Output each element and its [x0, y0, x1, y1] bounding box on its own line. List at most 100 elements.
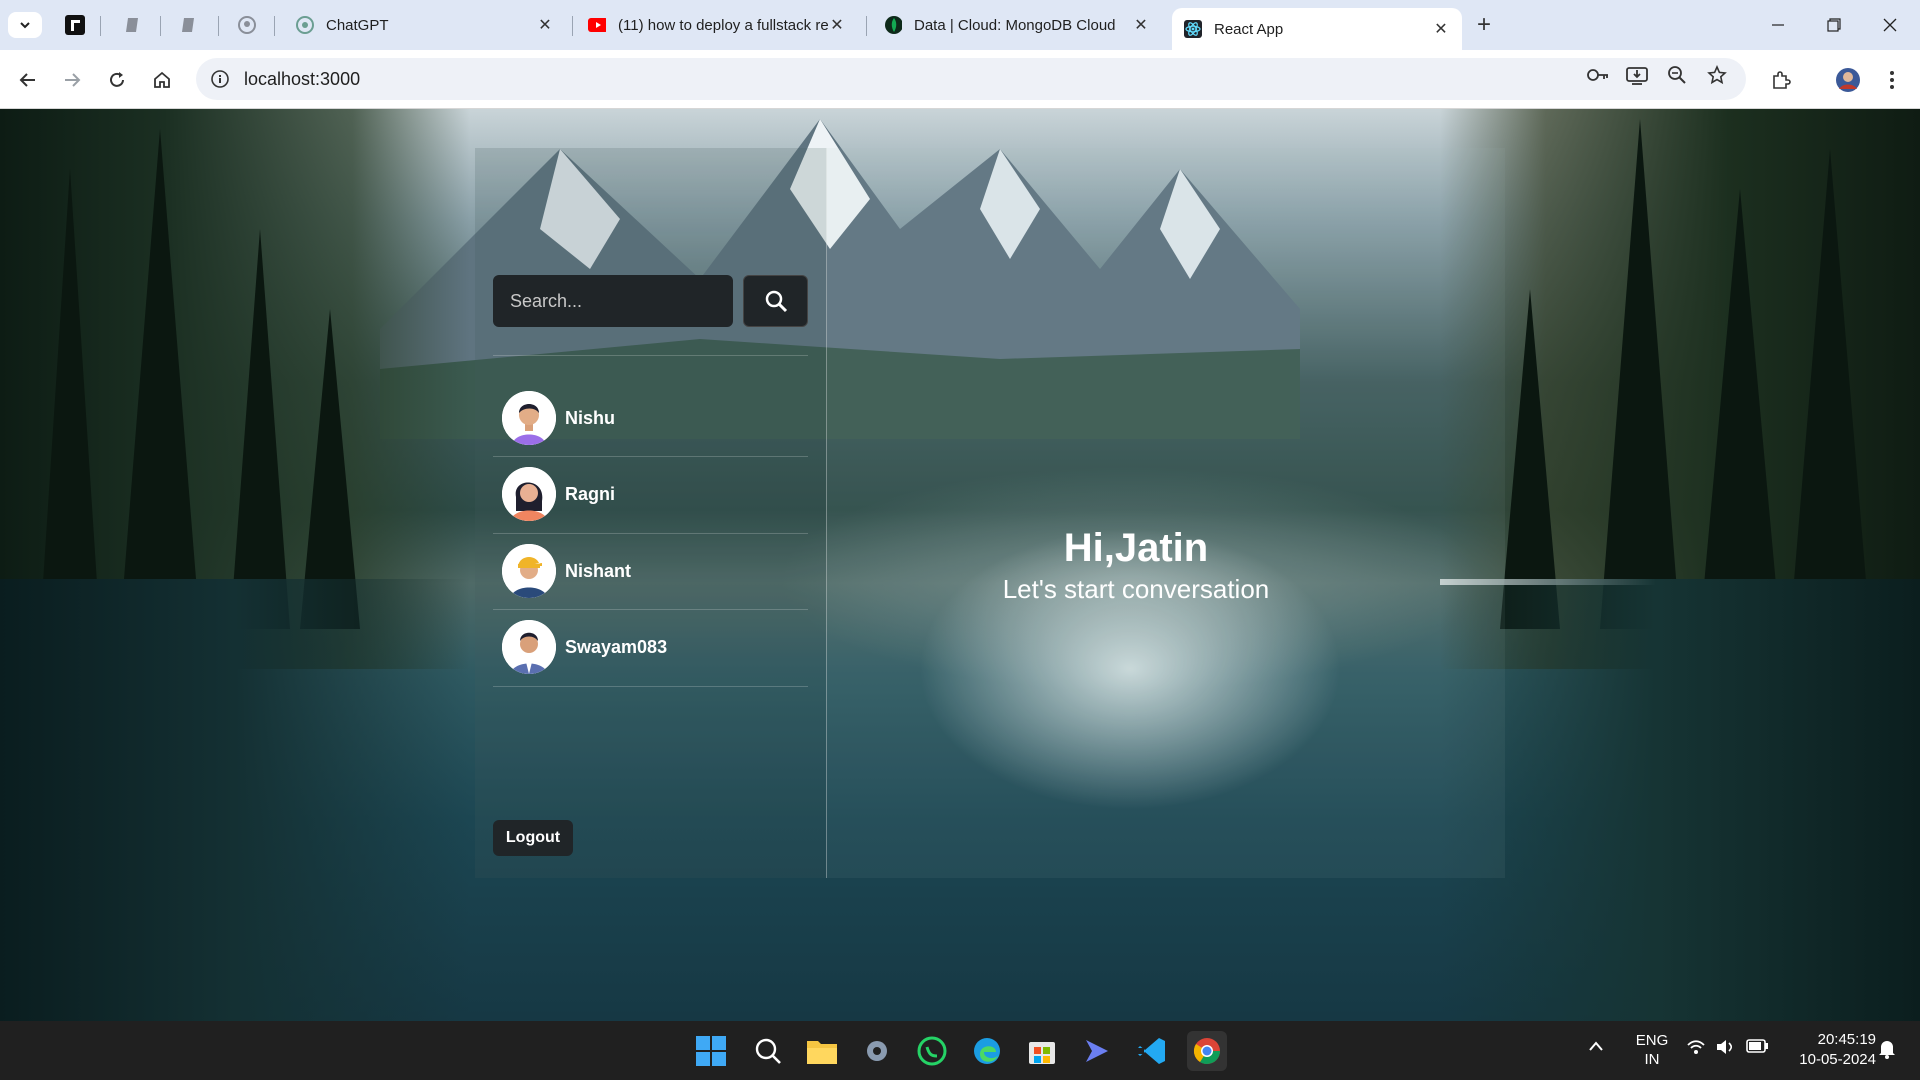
tab-search-button[interactable]	[8, 12, 42, 38]
tab-title: Data | Cloud: MongoDB Cloud	[914, 16, 1116, 34]
tab-title: (11) how to deploy a fullstack re	[618, 16, 828, 34]
gear-icon	[867, 1041, 887, 1061]
tab-chatgpt[interactable]: ChatGPT ✕	[284, 8, 566, 42]
edge-app[interactable]	[967, 1031, 1007, 1071]
time: 20:45:19	[1817, 1031, 1876, 1048]
close-icon	[1883, 18, 1897, 32]
taskbar-search[interactable]	[748, 1031, 788, 1071]
edge-icon	[974, 1038, 1000, 1064]
chrome-app[interactable]	[1187, 1031, 1227, 1071]
pinned-tab-2[interactable]	[120, 12, 146, 38]
notification-bell-icon[interactable]	[1878, 1039, 1896, 1063]
pinned-tab-3[interactable]	[176, 12, 202, 38]
user-item-ragni[interactable]: Ragni	[493, 456, 808, 532]
extensions-button[interactable]	[1765, 64, 1797, 96]
welcome-message: Hi,Jatin Let's start conversation	[900, 524, 1372, 606]
user-name: Ragni	[565, 483, 616, 504]
arrow-left-icon	[19, 73, 35, 87]
avatar	[502, 467, 556, 521]
language-indicator[interactable]: ENG IN	[1632, 1031, 1672, 1069]
vscode-icon	[1138, 1038, 1165, 1064]
restore-button[interactable]	[1814, 10, 1854, 40]
divider	[493, 686, 808, 687]
tab-title: ChatGPT	[326, 16, 389, 34]
lake-reflection-right	[1440, 579, 1920, 1021]
folder-icon	[807, 1041, 837, 1064]
logout-button[interactable]: Logout	[493, 820, 573, 856]
tab-mongodb[interactable]: Data | Cloud: MongoDB Cloud ✕	[872, 8, 1162, 42]
close-tab-icon[interactable]: ✕	[536, 15, 554, 35]
minimize-icon	[1772, 24, 1784, 26]
language-code: ENG	[1635, 1032, 1669, 1049]
install-app-icon[interactable]	[1623, 61, 1651, 89]
youtube-icon	[588, 16, 606, 34]
chevron-up-icon	[1589, 1041, 1603, 1051]
minimize-button[interactable]	[1758, 10, 1798, 40]
arrow-right-icon	[65, 73, 81, 87]
user-item-nishant[interactable]: Nishant	[493, 533, 808, 609]
password-key-icon[interactable]	[1584, 61, 1612, 89]
mongodb-icon	[884, 16, 902, 34]
divider	[493, 355, 808, 356]
avatar	[502, 620, 556, 674]
vscode-app[interactable]	[1132, 1031, 1172, 1071]
user-item-swayam083[interactable]: Swayam083	[493, 609, 808, 685]
home-button[interactable]	[146, 64, 178, 96]
close-tab-icon[interactable]: ✕	[828, 15, 846, 35]
store-icon	[1029, 1042, 1055, 1064]
user-name: Nishu	[565, 407, 616, 428]
github-icon	[238, 16, 256, 34]
back-button[interactable]	[12, 64, 44, 96]
store-app[interactable]	[1022, 1031, 1062, 1071]
reload-icon	[110, 72, 124, 87]
search-button[interactable]	[743, 275, 808, 327]
tab-react-app[interactable]: React App ✕	[1172, 8, 1462, 50]
user-item-nishu[interactable]: Nishu	[493, 380, 808, 456]
lake-reflection-left	[0, 579, 470, 1021]
react-icon	[1184, 20, 1202, 38]
chrome-icon	[1193, 1038, 1221, 1065]
search-icon	[755, 1038, 781, 1064]
power-automate-app[interactable]	[1077, 1031, 1117, 1071]
start-button[interactable]	[691, 1031, 731, 1071]
volume-icon[interactable]	[1716, 1039, 1736, 1059]
address-bar[interactable]: localhost:3000	[196, 58, 1746, 100]
whatsapp-app[interactable]	[912, 1031, 952, 1071]
document-icon	[126, 18, 138, 32]
arrow-app-icon	[1086, 1040, 1108, 1062]
close-tab-icon[interactable]: ✕	[1432, 19, 1450, 39]
search-input[interactable]: Search...	[493, 275, 733, 327]
bookmark-star-icon[interactable]	[1703, 61, 1731, 89]
more-vertical-icon	[1890, 71, 1894, 89]
region-code: IN	[1644, 1051, 1660, 1068]
settings-app[interactable]	[857, 1031, 897, 1071]
zoom-icon[interactable]	[1663, 61, 1691, 89]
profile-avatar[interactable]	[1832, 64, 1864, 96]
puzzle-icon	[1773, 71, 1791, 89]
file-explorer[interactable]	[802, 1031, 842, 1071]
user-name: Swayam083	[565, 636, 668, 657]
clock[interactable]: 20:45:19 10-05-2024	[1782, 1030, 1876, 1070]
chatgpt-icon	[296, 16, 314, 34]
site-info-icon[interactable]	[210, 69, 230, 89]
show-hidden-icons[interactable]	[1588, 1039, 1604, 1056]
close-window-button[interactable]	[1870, 10, 1910, 40]
battery-icon[interactable]	[1746, 1039, 1768, 1057]
tab-title: React App	[1214, 20, 1284, 38]
user-name: Nishant	[565, 560, 632, 581]
taskbar: ENG IN 20:45:19 10-05-2024	[0, 1021, 1920, 1080]
search-icon	[765, 290, 787, 313]
menu-button[interactable]	[1876, 64, 1908, 96]
pinned-tab-4[interactable]	[234, 12, 260, 38]
reload-button[interactable]	[101, 64, 133, 96]
greeting-title: Hi,Jatin	[1063, 526, 1209, 570]
wifi-icon[interactable]	[1686, 1039, 1706, 1059]
new-tab-button[interactable]: +	[1477, 12, 1491, 38]
tab-youtube[interactable]: (11) how to deploy a fullstack re ✕	[576, 8, 858, 42]
pinned-tab-1[interactable]	[62, 12, 88, 38]
home-icon	[154, 71, 170, 88]
url-text: localhost:3000	[244, 68, 361, 89]
close-tab-icon[interactable]: ✕	[1132, 15, 1150, 35]
document-icon	[182, 18, 194, 32]
forward-button[interactable]	[56, 64, 88, 96]
